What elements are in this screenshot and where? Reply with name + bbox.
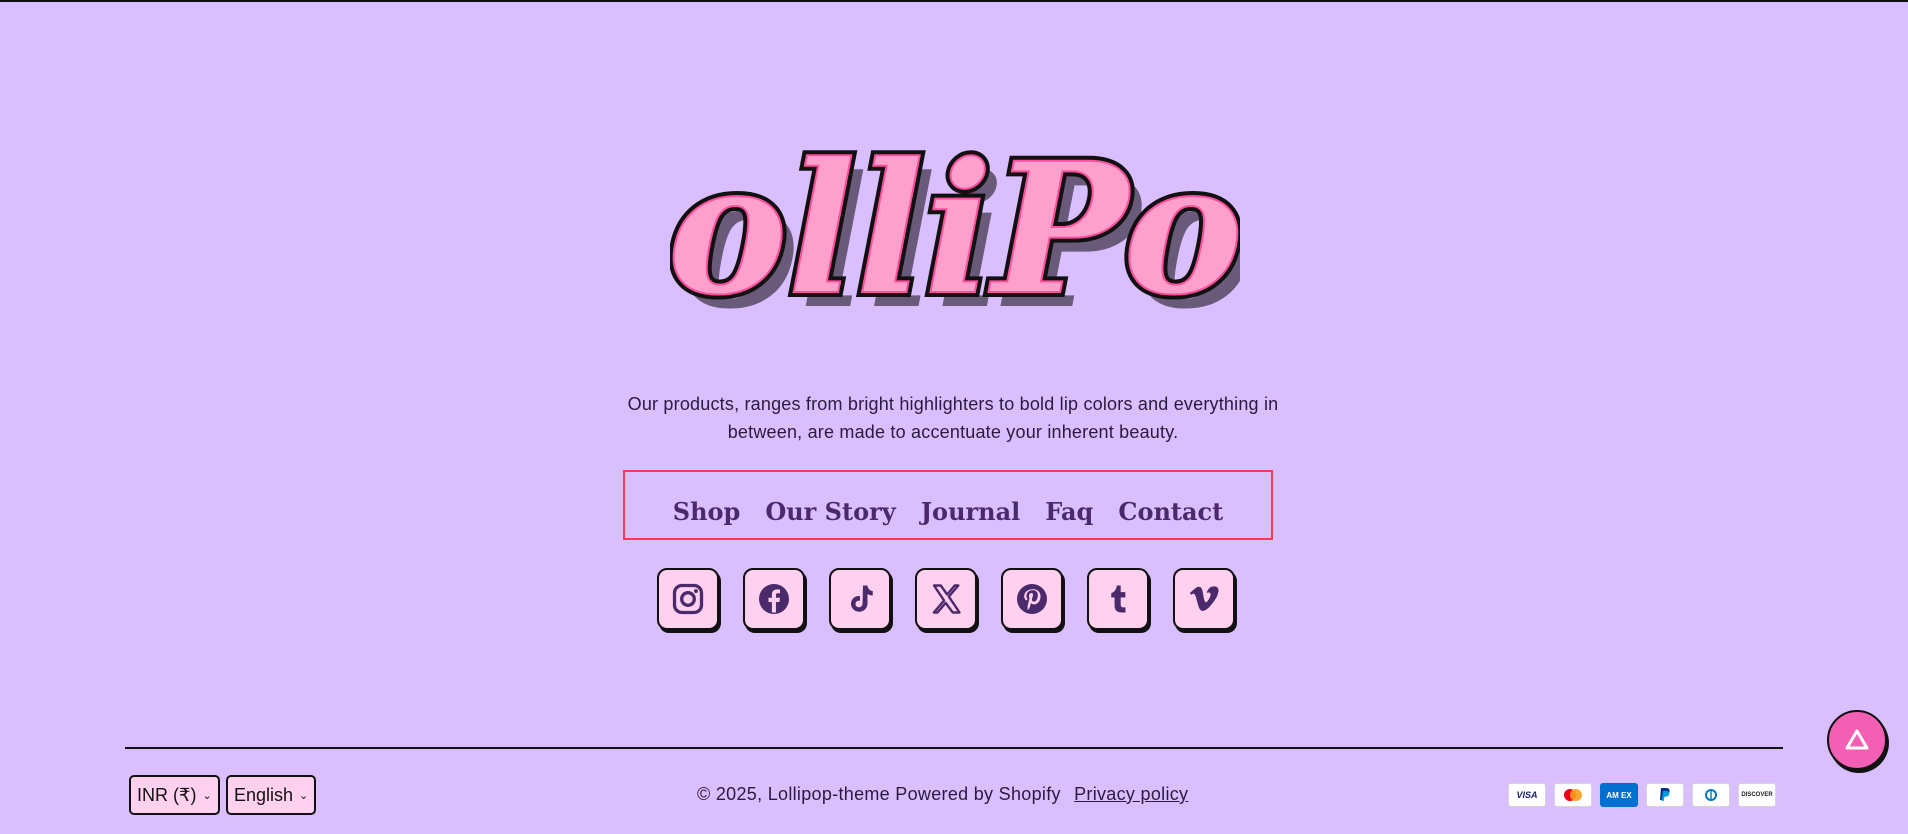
visa-icon: VISA — [1508, 783, 1546, 807]
currency-value: INR (₹) — [137, 784, 197, 805]
social-links — [657, 568, 1235, 630]
x-link[interactable] — [915, 568, 977, 630]
language-selector[interactable]: English ⌄ — [226, 775, 317, 815]
copyright-text: © 2025, Lollipop-theme — [697, 784, 890, 804]
currency-selector[interactable]: INR (₹) ⌄ — [129, 775, 220, 815]
chevron-down-icon: ⌄ — [299, 789, 309, 802]
svg-text:LolliPop: LolliPop — [670, 124, 1240, 335]
tumblr-link[interactable] — [1087, 568, 1149, 630]
nav-shop-link[interactable]: Shop — [673, 497, 741, 526]
pinterest-link[interactable] — [1001, 568, 1063, 630]
tiktok-icon — [851, 585, 873, 612]
discover-icon: DISCOVER — [1738, 783, 1776, 807]
amex-icon: AM EX — [1600, 783, 1638, 807]
nav-our-story-link[interactable]: Our Story — [765, 497, 895, 526]
pinterest-icon — [1017, 584, 1047, 614]
arrow-up-icon — [1845, 729, 1869, 750]
tumblr-icon — [1111, 585, 1126, 613]
vimeo-link[interactable] — [1173, 568, 1235, 630]
copyright-line: © 2025, Lollipop-theme Powered by Shopif… — [697, 784, 1188, 805]
instagram-icon — [672, 583, 704, 615]
nav-faq-link[interactable]: Faq — [1045, 497, 1093, 526]
language-value: English — [234, 784, 294, 805]
footer-nav: Shop Our Story Journal Faq Contact — [623, 470, 1273, 540]
tiktok-link[interactable] — [829, 568, 891, 630]
brand-logo[interactable]: LolliPop LolliPop LolliPop — [531, 102, 1381, 372]
payment-methods: VISA AM EX DISCOVER — [1508, 783, 1776, 807]
nav-journal-link[interactable]: Journal — [921, 497, 1021, 526]
nav-contact-link[interactable]: Contact — [1118, 497, 1223, 526]
chevron-down-icon: ⌄ — [202, 789, 212, 802]
facebook-icon — [759, 584, 789, 614]
mastercard-icon — [1554, 783, 1592, 807]
privacy-policy-link[interactable]: Privacy policy — [1074, 784, 1188, 804]
paypal-icon — [1646, 783, 1684, 807]
footer-divider — [125, 747, 1783, 749]
powered-by-link[interactable]: Powered by Shopify — [895, 784, 1061, 804]
scroll-to-top-button[interactable] — [1827, 710, 1887, 770]
diners-club-icon — [1692, 783, 1730, 807]
instagram-link[interactable] — [657, 568, 719, 630]
facebook-link[interactable] — [743, 568, 805, 630]
x-icon — [932, 584, 961, 614]
brand-tagline: Our products, ranges from bright highlig… — [627, 394, 1279, 442]
vimeo-icon — [1189, 586, 1219, 611]
